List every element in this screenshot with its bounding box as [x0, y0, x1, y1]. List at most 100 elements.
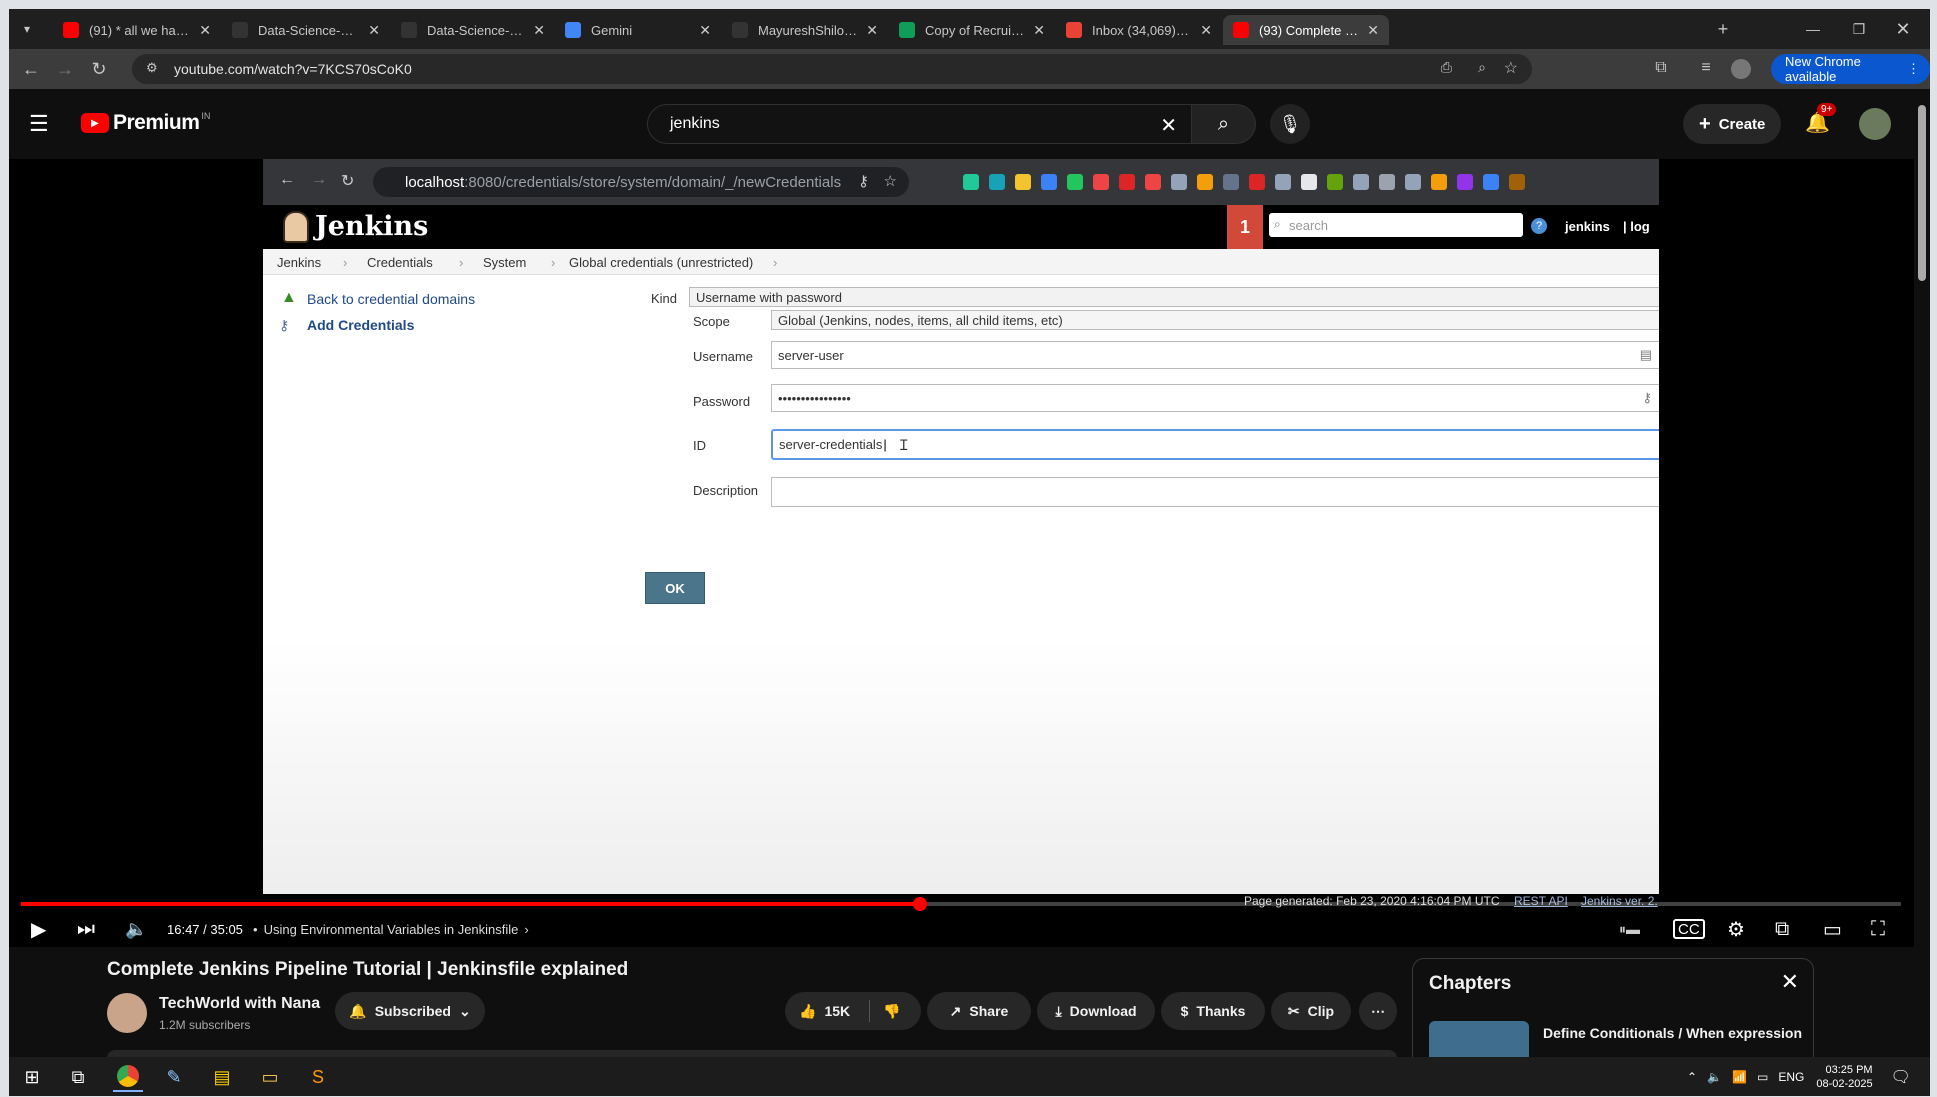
- create-button[interactable]: + Create: [1683, 104, 1782, 144]
- youtube-logo[interactable]: ▶ Premium IN: [81, 111, 210, 135]
- more-actions-button[interactable]: ⋯: [1359, 992, 1397, 1030]
- media-icon[interactable]: ≡: [1695, 59, 1717, 81]
- browser-tab[interactable]: Data-Science-Course/pre ✕: [222, 15, 390, 45]
- bookmark-star-icon[interactable]: ☆: [1504, 58, 1518, 78]
- inner-forward-icon: →: [311, 171, 327, 188]
- like-button[interactable]: 👍 15K: [799, 1003, 850, 1020]
- sticky-notes-taskbar-icon[interactable]: ▤: [207, 1062, 237, 1092]
- progress-bar[interactable]: [21, 897, 1901, 911]
- chapter-item-title[interactable]: Define Conditionals / When expression: [1543, 1025, 1802, 1041]
- scissors-icon: ✂: [1287, 1002, 1300, 1019]
- chrome-taskbar-icon[interactable]: [113, 1062, 143, 1092]
- video-player[interactable]: ← → ↻ localhost:8080/credentials/store/s…: [9, 159, 1914, 947]
- thanks-button[interactable]: $ Thanks: [1161, 992, 1265, 1030]
- account-avatar[interactable]: [1859, 108, 1891, 140]
- thanks-label: Thanks: [1196, 1003, 1246, 1019]
- hamburger-menu-icon[interactable]: ☰: [29, 111, 49, 137]
- forward-icon[interactable]: →: [53, 57, 77, 81]
- close-chapters-icon[interactable]: ✕: [1781, 969, 1799, 995]
- next-button[interactable]: ⏭: [77, 915, 95, 943]
- close-tab-icon[interactable]: ✕: [1200, 22, 1212, 39]
- theater-button[interactable]: ▭: [1823, 915, 1842, 943]
- tab-title: (93) Complete Jenkins: [1259, 22, 1359, 38]
- url-field[interactable]: ⚙ youtube.com/watch?v=7KCS70sCoK0 ⎙ ⌕ ☆: [132, 54, 1532, 84]
- new-tab-button[interactable]: +: [1711, 17, 1735, 41]
- chrome-menu-icon[interactable]: ⋮: [1907, 61, 1920, 77]
- browser-tab[interactable]: MayureshShilotri/26-Wee ✕: [722, 15, 888, 45]
- close-tab-icon[interactable]: ✕: [199, 22, 211, 39]
- site-info-icon[interactable]: ⚙: [146, 60, 158, 76]
- minimize-icon[interactable]: —: [1801, 17, 1825, 41]
- windows-taskbar: ⊞ ⧉ ✎ ▤ ▭ S ⌃ 🔈 📶 ▭ ENG 03:25 PM 08-02-2…: [9, 1057, 1930, 1096]
- tray-chevron-icon[interactable]: ⌃: [1687, 1070, 1697, 1084]
- clip-button[interactable]: ✂ Clip: [1271, 992, 1351, 1030]
- browser-tab[interactable]: Copy of Recruiters Details ✕: [889, 15, 1055, 45]
- channel-avatar[interactable]: [107, 993, 147, 1033]
- notification-badge: 9+: [1817, 103, 1837, 116]
- close-tab-icon[interactable]: ✕: [1033, 22, 1045, 39]
- volume-button[interactable]: 🔈: [125, 915, 147, 943]
- close-tab-icon[interactable]: ✕: [368, 22, 380, 39]
- tab-strip: ▾ (91) * all we have is now.✕Data-Scienc…: [9, 9, 1930, 49]
- profile-avatar[interactable]: [1731, 59, 1751, 79]
- search-button[interactable]: ⌕: [1192, 104, 1256, 144]
- task-view-icon[interactable]: ⧉: [63, 1062, 93, 1092]
- miniplayer-button[interactable]: ⧉: [1775, 915, 1789, 943]
- browser-tab[interactable]: (91) * all we have is now. ✕: [53, 15, 221, 45]
- subtitles-button[interactable]: CC: [1673, 919, 1705, 939]
- description-label: Description: [693, 483, 759, 498]
- subscribed-button[interactable]: 🔔 Subscribed ⌄: [335, 992, 485, 1030]
- dislike-button[interactable]: 👎: [883, 1003, 900, 1020]
- browser-tab[interactable]: (93) Complete Jenkins ✕: [1223, 15, 1389, 45]
- channel-name[interactable]: TechWorld with Nana: [159, 995, 320, 1013]
- zoom-icon[interactable]: ⌕: [1478, 59, 1486, 76]
- github-icon: [232, 22, 248, 38]
- play-button[interactable]: ▶: [31, 915, 46, 943]
- gear-icon: ⚙: [1727, 918, 1745, 941]
- back-icon[interactable]: ←: [19, 57, 43, 81]
- scrollbar-thumb[interactable]: [1918, 105, 1926, 281]
- youtube-search-input[interactable]: jenkins ✕: [647, 104, 1192, 144]
- clock[interactable]: 03:25 PM 08-02-2025: [1816, 1063, 1872, 1091]
- start-windows-icon[interactable]: ⊞: [17, 1062, 47, 1092]
- browser-tab[interactable]: Inbox (34,069) - deysarka ✕: [1056, 15, 1222, 45]
- extension-icon: [1483, 174, 1499, 190]
- battery-icon[interactable]: ▭: [1757, 1070, 1768, 1084]
- language-indicator[interactable]: ENG: [1778, 1070, 1804, 1084]
- voice-search-button[interactable]: 🎙: [1270, 104, 1310, 144]
- install-icon[interactable]: ⎙: [1441, 59, 1452, 76]
- new-chrome-button[interactable]: New Chrome available ⋮: [1771, 54, 1930, 84]
- chapter-title-button[interactable]: • Using Environmental Variables in Jenkin…: [253, 915, 529, 943]
- page-scrollbar[interactable]: [1914, 89, 1930, 1057]
- settings-button[interactable]: ⚙: [1727, 915, 1745, 943]
- reload-icon[interactable]: ↻: [87, 57, 111, 81]
- volume-tray-icon[interactable]: 🔈: [1707, 1070, 1722, 1084]
- tab-search-icon[interactable]: ▾: [15, 17, 39, 41]
- notifications-center-icon[interactable]: 🗨: [1891, 1067, 1911, 1087]
- close-tab-icon[interactable]: ✕: [866, 22, 878, 39]
- extensions-icon[interactable]: ⧉: [1650, 59, 1672, 81]
- inner-key-icon: ⚷: [858, 173, 869, 190]
- close-tab-icon[interactable]: ✕: [699, 22, 711, 39]
- browser-tab[interactable]: Data-Science-Course/top ✕: [391, 15, 555, 45]
- tab-title: (91) * all we have is now.: [89, 22, 191, 38]
- autoplay-toggle[interactable]: ⏸▬: [1619, 915, 1640, 943]
- close-tab-icon[interactable]: ✕: [533, 22, 545, 39]
- clear-search-icon[interactable]: ✕: [1160, 113, 1177, 138]
- file-explorer-taskbar-icon[interactable]: ▭: [255, 1062, 285, 1092]
- github-icon: [401, 22, 417, 38]
- back-to-domains-link: Back to credential domains: [307, 291, 476, 307]
- extension-icon: [1379, 174, 1395, 190]
- wifi-icon[interactable]: 📶: [1732, 1070, 1747, 1084]
- download-button[interactable]: ⤓ Download: [1037, 992, 1155, 1030]
- notepad-taskbar-icon[interactable]: ✎: [159, 1062, 189, 1092]
- download-icon: ⤓: [1055, 1002, 1062, 1019]
- close-window-icon[interactable]: ✕: [1891, 17, 1915, 41]
- close-tab-icon[interactable]: ✕: [1367, 22, 1379, 39]
- chevron-right-icon: ›: [524, 921, 529, 937]
- restore-icon[interactable]: ❐: [1847, 17, 1871, 41]
- fullscreen-button[interactable]: ⛶: [1871, 915, 1885, 943]
- browser-tab[interactable]: Gemini ✕: [555, 15, 721, 45]
- sublime-taskbar-icon[interactable]: S: [303, 1062, 333, 1092]
- share-button[interactable]: ↗ Share: [927, 992, 1031, 1030]
